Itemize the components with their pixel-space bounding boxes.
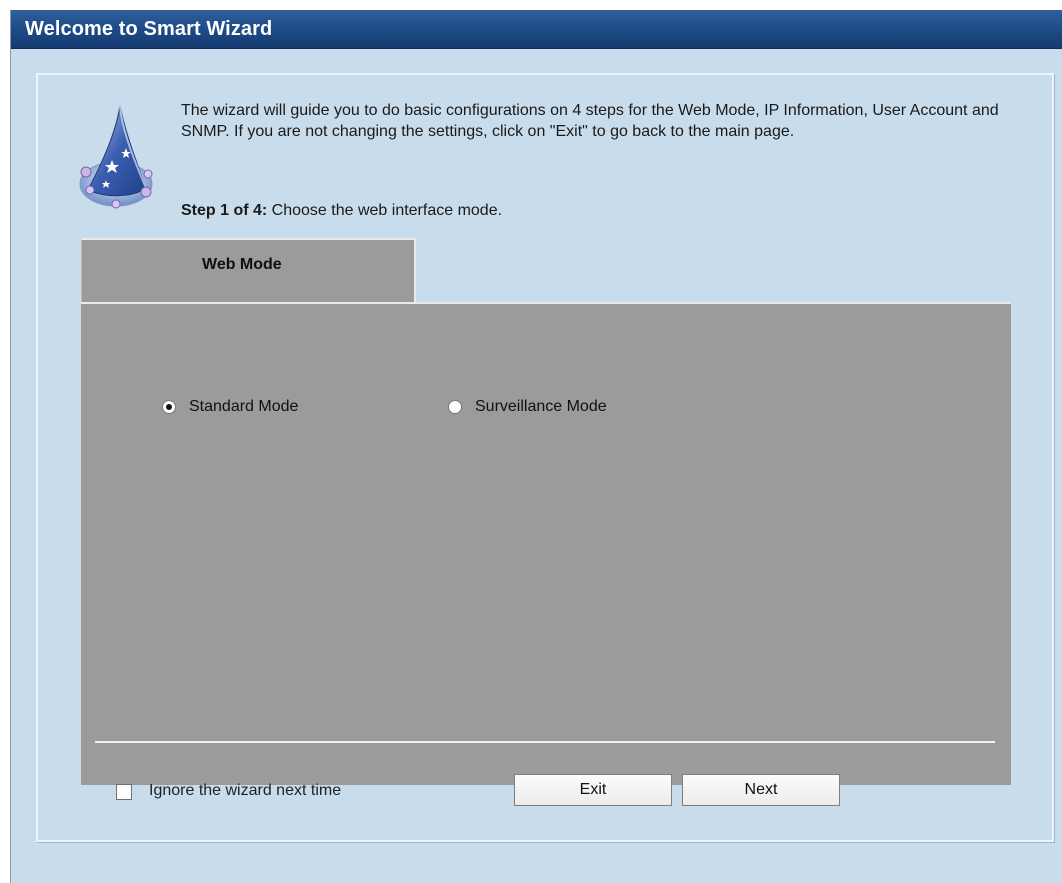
wizard-hat-icon	[76, 100, 158, 212]
ignore-wizard-checkbox[interactable]	[116, 784, 132, 800]
wizard-window: Welcome to Smart Wizard The wizard will …	[10, 10, 1062, 883]
intro-text: The wizard will guide you to do basic co…	[181, 102, 999, 140]
web-mode-content: Standard Mode Surveillance Mode Ignore t…	[81, 302, 1011, 806]
wizard-panel: The wizard will guide you to do basic co…	[36, 73, 1054, 842]
title-bar: Welcome to Smart Wizard	[11, 10, 1062, 49]
ignore-wizard-label: Ignore the wizard next time	[149, 782, 342, 799]
step-indicator: Step 1 of 4: Choose the web interface mo…	[181, 202, 502, 220]
exit-button[interactable]: Exit	[514, 774, 672, 806]
standard-mode-option[interactable]: Standard Mode	[162, 398, 298, 416]
surveillance-mode-option[interactable]: Surveillance Mode	[448, 398, 607, 416]
step-number: Step 1 of 4:	[181, 202, 268, 219]
tab-web-mode-label: Web Mode	[202, 256, 282, 273]
next-button[interactable]: Next	[682, 774, 840, 806]
window-title: Welcome to Smart Wizard	[25, 18, 273, 40]
tab-web-mode[interactable]: Web Mode	[81, 238, 416, 304]
step-description: Choose the web interface mode.	[267, 202, 503, 219]
surveillance-mode-label: Surveillance Mode	[475, 398, 607, 415]
standard-mode-label: Standard Mode	[189, 398, 299, 415]
standard-mode-radio[interactable]	[162, 400, 176, 414]
divider	[95, 741, 995, 743]
surveillance-mode-radio[interactable]	[448, 400, 462, 414]
